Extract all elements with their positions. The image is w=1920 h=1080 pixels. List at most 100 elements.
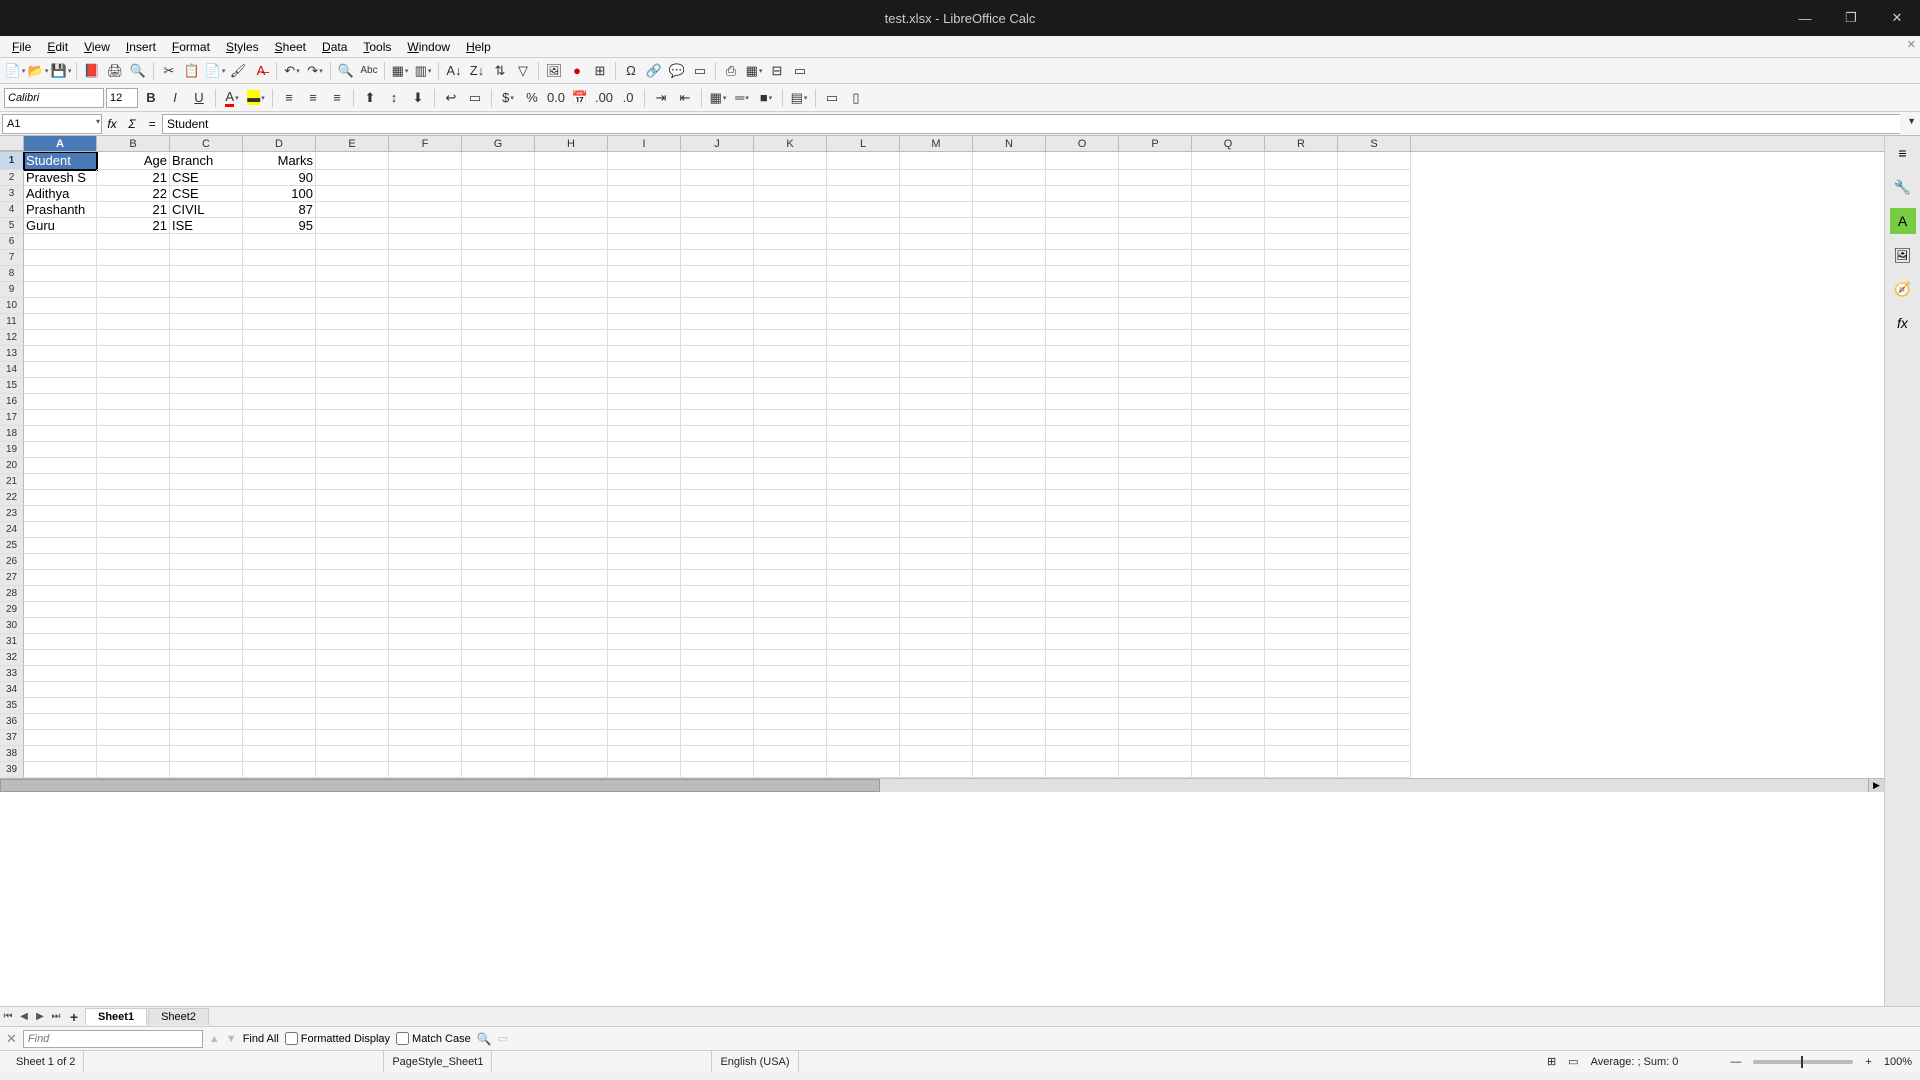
cell-L26[interactable]: [827, 554, 900, 570]
cell-F34[interactable]: [389, 682, 462, 698]
cell-I29[interactable]: [608, 602, 681, 618]
cell-N10[interactable]: [973, 298, 1046, 314]
cell-H28[interactable]: [535, 586, 608, 602]
cell-C30[interactable]: [170, 618, 243, 634]
cell-P23[interactable]: [1119, 506, 1192, 522]
cell-I36[interactable]: [608, 714, 681, 730]
cell-I25[interactable]: [608, 538, 681, 554]
cell-S29[interactable]: [1338, 602, 1411, 618]
row-header-9[interactable]: 9: [0, 282, 24, 298]
cell-N38[interactable]: [973, 746, 1046, 762]
cell-B39[interactable]: [97, 762, 170, 778]
cell-C23[interactable]: [170, 506, 243, 522]
cell-K14[interactable]: [754, 362, 827, 378]
row-header-33[interactable]: 33: [0, 666, 24, 682]
cell-N37[interactable]: [973, 730, 1046, 746]
cell-F33[interactable]: [389, 666, 462, 682]
cell-L12[interactable]: [827, 330, 900, 346]
scroll-right-icon[interactable]: ▶: [1868, 779, 1884, 792]
cell-S5[interactable]: [1338, 218, 1411, 234]
menu-help[interactable]: Help: [458, 38, 499, 56]
cell-D29[interactable]: [243, 602, 316, 618]
cell-K12[interactable]: [754, 330, 827, 346]
cut-button[interactable]: ✂: [158, 60, 180, 82]
cell-S1[interactable]: [1338, 152, 1411, 170]
font-size-input[interactable]: [106, 88, 138, 108]
cell-E17[interactable]: [316, 410, 389, 426]
cell-M39[interactable]: [900, 762, 973, 778]
cell-O10[interactable]: [1046, 298, 1119, 314]
cell-K22[interactable]: [754, 490, 827, 506]
menu-data[interactable]: Data: [314, 38, 355, 56]
cell-P29[interactable]: [1119, 602, 1192, 618]
cell-P19[interactable]: [1119, 442, 1192, 458]
cell-B37[interactable]: [97, 730, 170, 746]
select-all-corner[interactable]: [0, 136, 24, 151]
cell-H13[interactable]: [535, 346, 608, 362]
cell-C20[interactable]: [170, 458, 243, 474]
cell-J25[interactable]: [681, 538, 754, 554]
cell-N32[interactable]: [973, 650, 1046, 666]
cell-B29[interactable]: [97, 602, 170, 618]
cell-C17[interactable]: [170, 410, 243, 426]
row-header-25[interactable]: 25: [0, 538, 24, 554]
cell-J27[interactable]: [681, 570, 754, 586]
cell-M35[interactable]: [900, 698, 973, 714]
cell-N16[interactable]: [973, 394, 1046, 410]
cell-K8[interactable]: [754, 266, 827, 282]
match-case-checkbox[interactable]: Match Case: [396, 1032, 471, 1045]
bold-button[interactable]: B: [140, 87, 162, 109]
cell-R29[interactable]: [1265, 602, 1338, 618]
cell-G2[interactable]: [462, 170, 535, 186]
cell-R8[interactable]: [1265, 266, 1338, 282]
cell-P34[interactable]: [1119, 682, 1192, 698]
cell-H14[interactable]: [535, 362, 608, 378]
cell-M29[interactable]: [900, 602, 973, 618]
cell-C29[interactable]: [170, 602, 243, 618]
cell-R25[interactable]: [1265, 538, 1338, 554]
cell-B22[interactable]: [97, 490, 170, 506]
cell-S3[interactable]: [1338, 186, 1411, 202]
cell-N31[interactable]: [973, 634, 1046, 650]
cell-S26[interactable]: [1338, 554, 1411, 570]
cell-R1[interactable]: [1265, 152, 1338, 170]
cell-B6[interactable]: [97, 234, 170, 250]
cell-R20[interactable]: [1265, 458, 1338, 474]
clear-formatting-button[interactable]: A̶: [250, 60, 272, 82]
row-header-5[interactable]: 5: [0, 218, 24, 234]
cell-M27[interactable]: [900, 570, 973, 586]
cell-I3[interactable]: [608, 186, 681, 202]
cell-Q9[interactable]: [1192, 282, 1265, 298]
cell-R22[interactable]: [1265, 490, 1338, 506]
cell-G9[interactable]: [462, 282, 535, 298]
minimize-button[interactable]: —: [1782, 0, 1828, 36]
cell-H3[interactable]: [535, 186, 608, 202]
row-header-28[interactable]: 28: [0, 586, 24, 602]
cell-K38[interactable]: [754, 746, 827, 762]
language[interactable]: English (USA): [712, 1051, 798, 1072]
cell-K11[interactable]: [754, 314, 827, 330]
row-header-35[interactable]: 35: [0, 698, 24, 714]
cell-B9[interactable]: [97, 282, 170, 298]
cell-L14[interactable]: [827, 362, 900, 378]
cell-P31[interactable]: [1119, 634, 1192, 650]
cell-O14[interactable]: [1046, 362, 1119, 378]
cell-C1[interactable]: Branch: [170, 152, 243, 170]
cell-C10[interactable]: [170, 298, 243, 314]
cell-K35[interactable]: [754, 698, 827, 714]
cell-R35[interactable]: [1265, 698, 1338, 714]
cell-K4[interactable]: [754, 202, 827, 218]
hyperlink-button[interactable]: 🔗: [643, 60, 665, 82]
show-draw-button[interactable]: ▭: [789, 60, 811, 82]
cell-R4[interactable]: [1265, 202, 1338, 218]
cell-P18[interactable]: [1119, 426, 1192, 442]
col-header-S[interactable]: S: [1338, 136, 1411, 151]
cell-O6[interactable]: [1046, 234, 1119, 250]
cell-J31[interactable]: [681, 634, 754, 650]
cell-L9[interactable]: [827, 282, 900, 298]
cell-P28[interactable]: [1119, 586, 1192, 602]
cell-I23[interactable]: [608, 506, 681, 522]
cell-E31[interactable]: [316, 634, 389, 650]
zoom-in-icon[interactable]: +: [1865, 1056, 1871, 1068]
cell-L5[interactable]: [827, 218, 900, 234]
